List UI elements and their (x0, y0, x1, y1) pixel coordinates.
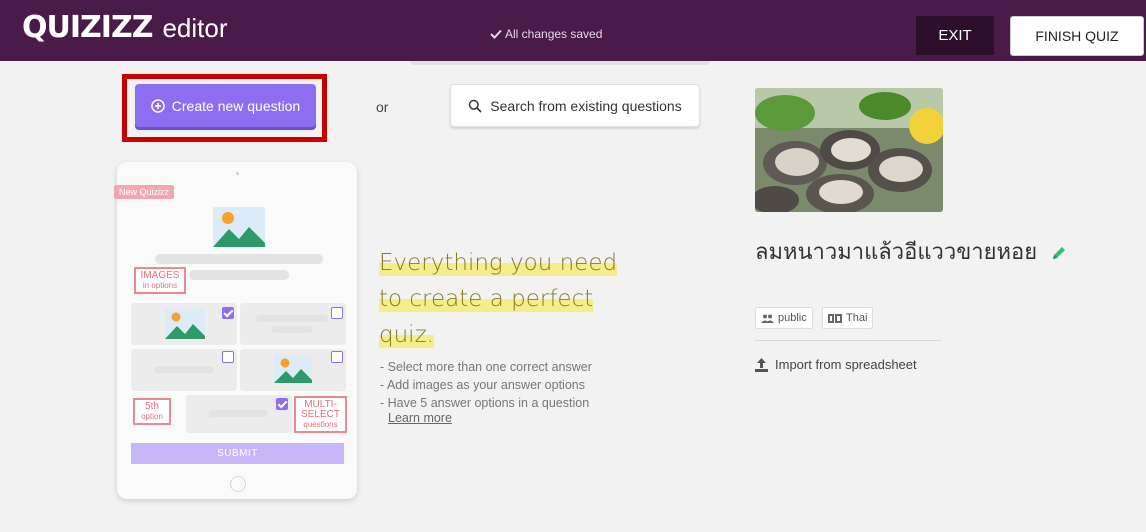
quiz-title[interactable]: ลมหนาวมาแล้วอีแววขายหอย (755, 236, 1085, 270)
question-text-placeholder (155, 254, 323, 264)
headline-line-2: to create a perfect (379, 286, 594, 312)
header-tab-shadow (410, 61, 710, 65)
logo-text: QUIZIZZ (22, 10, 153, 45)
top-bar: QUIZIZZ editor All changes saved EXIT FI… (0, 0, 1146, 61)
checkbox-icon-2 (222, 351, 234, 363)
images-label-text: IMAGES (140, 270, 180, 281)
quizizz-logo[interactable]: QUIZIZZ editor (22, 10, 228, 45)
finish-quiz-button[interactable]: FINISH QUIZ (1010, 16, 1144, 56)
language-icon (828, 313, 842, 323)
quiz-title-text: ลมหนาวมาแล้วอีแววขายหอย (755, 240, 1038, 265)
fifth-option-label: 5th option (133, 398, 171, 425)
option-text-placeholder-2 (272, 326, 312, 333)
landscape-image-icon (213, 207, 265, 247)
option-text-placeholder (256, 315, 328, 322)
multi-select-label: MULTI-SELECT questions (294, 396, 347, 433)
search-label: Search from existing questions (490, 97, 682, 114)
fifth-label-text: 5th (145, 401, 159, 412)
visibility-tag[interactable]: public (755, 307, 813, 329)
checkbox-checked-icon (222, 307, 234, 319)
multi-label-sub: questions (303, 420, 338, 429)
tablet-camera (236, 172, 239, 175)
import-spreadsheet-link[interactable]: Import from spreadsheet (755, 357, 917, 372)
or-text: or (376, 99, 389, 115)
plus-circle-icon (151, 98, 165, 113)
language-tag[interactable]: Thai (822, 307, 874, 329)
feature-item: - Have 5 answer options in a question (380, 396, 590, 410)
editor-label: editor (162, 13, 228, 43)
pencil-edit-icon[interactable] (1050, 244, 1068, 262)
create-new-question-button[interactable]: Create new question (135, 84, 316, 127)
checkbox-icon-3 (331, 351, 343, 363)
option-image-icon-2 (274, 355, 312, 383)
option-image-icon (165, 309, 205, 339)
multi-label-text: MULTI-SELECT (301, 399, 340, 420)
images-label-sub: in options (142, 281, 178, 290)
users-icon (761, 314, 774, 323)
new-quizizz-badge: New Quizizz (114, 185, 175, 199)
feature-list: - Select more than one correct answer - … (380, 358, 592, 412)
search-icon (469, 99, 482, 113)
quiz-cover-image[interactable] (755, 88, 943, 212)
headline-line-3: quiz. (379, 322, 434, 348)
fifth-label-sub: option (141, 412, 163, 421)
import-label: Import from spreadsheet (775, 357, 917, 372)
feature-item: - Add images as your answer options (380, 378, 585, 392)
details-divider (755, 340, 941, 341)
search-existing-questions-button[interactable]: Search from existing questions (450, 84, 700, 127)
save-status: All changes saved (490, 27, 602, 41)
save-status-text: All changes saved (505, 27, 603, 41)
language-text: Thai (846, 312, 868, 324)
option-text-placeholder-4 (208, 410, 268, 417)
exit-button[interactable]: EXIT (916, 16, 994, 55)
option-text-placeholder-3 (154, 366, 214, 373)
question-text-placeholder-2 (189, 270, 289, 280)
tablet-home-button (230, 476, 246, 492)
images-in-options-label: IMAGES in options (134, 267, 186, 294)
learn-more-link[interactable]: Learn more (388, 411, 452, 425)
create-label: Create new question (171, 97, 301, 114)
headline-line-1: Everything you need (379, 250, 618, 276)
feature-item: - Select more than one correct answer (380, 360, 592, 374)
check-icon (490, 29, 502, 39)
checkbox-icon (331, 307, 343, 319)
checkbox-checked-icon-2 (276, 398, 288, 410)
promo-headline: Everything you need to create a perfect … (379, 245, 618, 353)
visibility-text: public (778, 312, 807, 324)
upload-icon (755, 357, 768, 372)
submit-bar: SUBMIT (131, 443, 344, 464)
oyster-image (755, 88, 943, 212)
